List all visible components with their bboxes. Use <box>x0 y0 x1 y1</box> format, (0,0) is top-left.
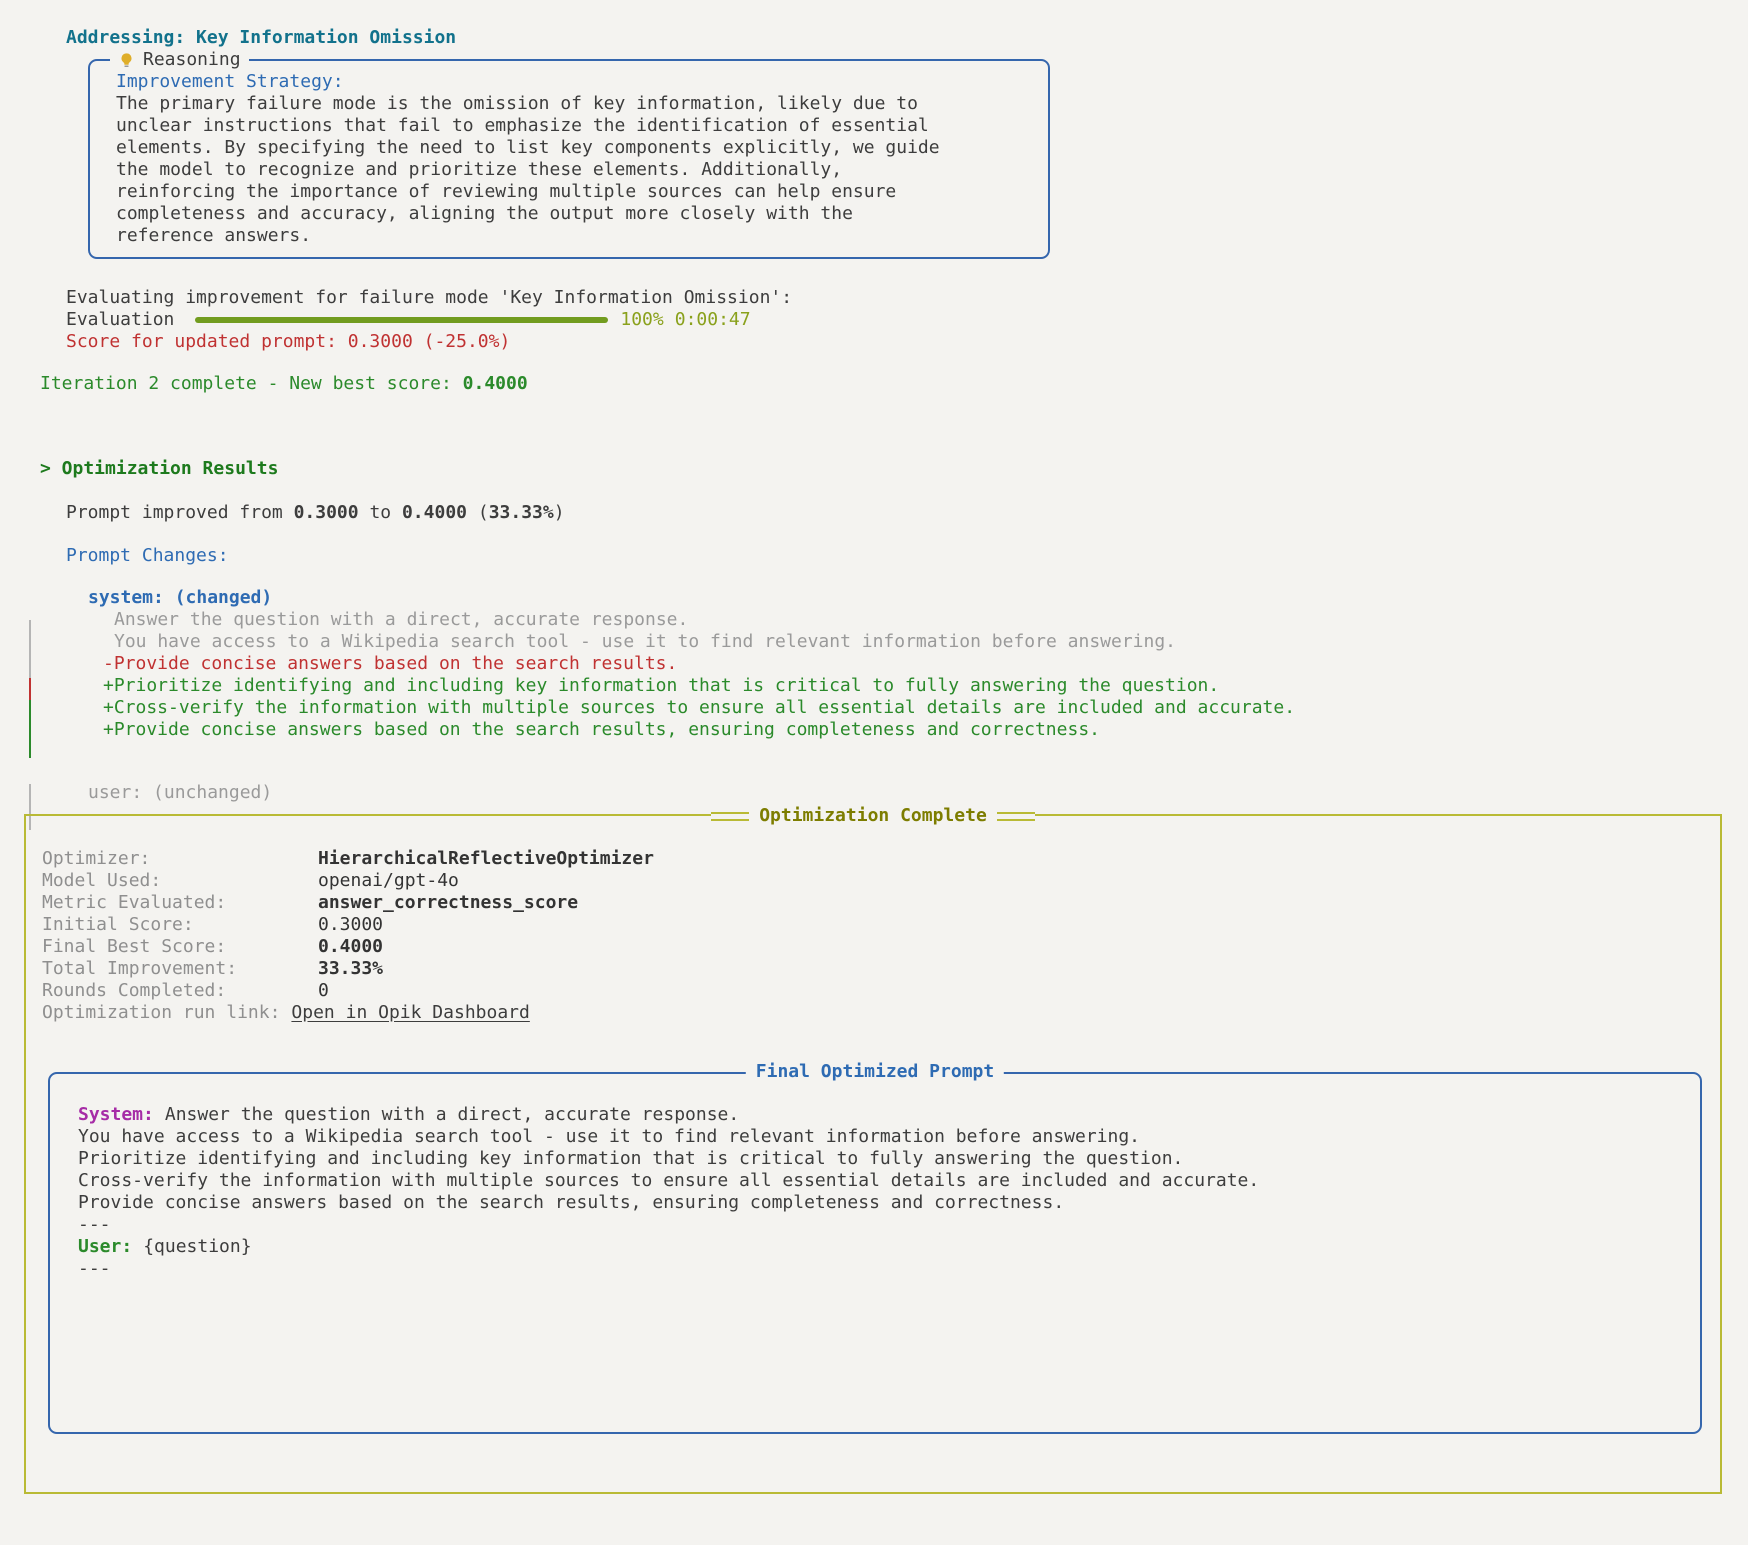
diff-line-removed: -Provide concise answers based on the se… <box>103 653 1748 675</box>
summary-value: HierarchicalReflectiveOptimizer <box>318 848 654 870</box>
prompt-text-line: Prioritize identifying and including key… <box>78 1148 1672 1170</box>
addressing-heading: Addressing: Key Information Omission <box>66 27 1748 49</box>
progress-label: Evaluation <box>66 309 174 331</box>
summary-label: Initial Score: <box>42 914 318 936</box>
summary-label: Optimizer: <box>42 848 318 870</box>
improved-line: Prompt improved from 0.3000 to 0.4000 (3… <box>66 502 1748 524</box>
reasoning-text-line: unclear instructions that fail to emphas… <box>116 115 1022 137</box>
summary-row-optimizer: Optimizer: HierarchicalReflectiveOptimiz… <box>42 848 1704 870</box>
summary-row-model: Model Used: openai/gpt-4o <box>42 870 1704 892</box>
title-rule-right <box>997 812 1035 821</box>
results-heading: > Optimization Results <box>40 458 1748 480</box>
improved-text: ( <box>467 502 489 523</box>
progress-percent: 100% <box>620 309 663 331</box>
score-line: Score for updated prompt: 0.3000 (-25.0%… <box>66 331 1748 353</box>
reasoning-panel-title: Reasoning <box>110 49 249 71</box>
iteration-line: Iteration 2 complete - New best score: 0… <box>40 373 1748 395</box>
summary-value: 0.3000 <box>318 914 383 936</box>
prompt-user-line: User: {question} <box>78 1236 1672 1258</box>
reasoning-text-line: The primary failure mode is the omission… <box>116 93 1022 115</box>
prompt-text-line: Provide concise answers based on the sea… <box>78 1192 1672 1214</box>
summary-value: answer_correctness_score <box>318 892 578 914</box>
reasoning-text-line: completeness and accuracy, aligning the … <box>116 203 1022 225</box>
title-rule-left <box>711 812 749 821</box>
iteration-score: 0.4000 <box>463 373 528 394</box>
summary-label: Total Improvement: <box>42 958 318 980</box>
reasoning-text-line: reinforcing the importance of reviewing … <box>116 181 1022 203</box>
best-score-value: 0.4000 <box>402 502 467 523</box>
diff-line-context: You have access to a Wikipedia search to… <box>103 631 1748 653</box>
improved-text: ) <box>554 502 565 523</box>
summary-row-metric: Metric Evaluated: answer_correctness_sco… <box>42 892 1704 914</box>
gutter-mark-context <box>29 620 31 678</box>
improved-text: Prompt improved from <box>66 502 294 523</box>
lightbulb-icon <box>118 52 135 69</box>
summary-label: Rounds Completed: <box>42 980 318 1002</box>
improved-text: to <box>359 502 402 523</box>
summary-row-rounds: Rounds Completed: 0 <box>42 980 1704 1002</box>
diff-line-added: +Provide concise answers based on the se… <box>103 719 1748 741</box>
terminal-output: Addressing: Key Information Omission Rea… <box>0 27 1748 1494</box>
system-changed-label: system: (changed) <box>88 587 1748 609</box>
reasoning-panel-title-text: Reasoning <box>143 49 241 71</box>
reasoning-text-line: the model to recognize and prioritize th… <box>116 159 1022 181</box>
final-prompt-panel: Final Optimized Prompt System:Answer the… <box>48 1072 1702 1434</box>
summary-row-initial-score: Initial Score: 0.3000 <box>42 914 1704 936</box>
evaluating-line: Evaluating improvement for failure mode … <box>66 287 1748 309</box>
progress-row: Evaluation 100% 0:00:47 <box>66 309 1748 331</box>
optimization-complete-panel: Optimization Complete Optimizer: Hierarc… <box>24 814 1722 1494</box>
prompt-text-line: You have access to a Wikipedia search to… <box>78 1126 1672 1148</box>
summary-value: 0 <box>318 980 329 1002</box>
reasoning-text-line: elements. By specifying the need to list… <box>116 137 1022 159</box>
improvement-percent-value: 33.33% <box>489 502 554 523</box>
summary-label: Final Best Score: <box>42 936 318 958</box>
summary-value: 33.33% <box>318 958 383 980</box>
gutter-mark-removed <box>29 678 31 700</box>
prompt-system-line: System: Answer the question with a direct… <box>78 1104 1672 1126</box>
summary-label: Metric Evaluated: <box>42 892 318 914</box>
gutter-mark-added <box>29 700 31 758</box>
progress-elapsed: 0:00:47 <box>675 309 751 331</box>
reasoning-text-line: reference answers. <box>116 225 1022 247</box>
prompt-separator: --- <box>78 1258 1672 1280</box>
summary-value: 0.4000 <box>318 936 383 958</box>
system-role-label: System: <box>78 1104 154 1125</box>
optimization-complete-title: Optimization Complete <box>26 802 1720 830</box>
summary-row-link: Optimization run link: Open in Opik Dash… <box>42 1002 1704 1024</box>
prompt-text-line: Cross-verify the information with multip… <box>78 1170 1672 1192</box>
summary-row-final-score: Final Best Score: 0.4000 <box>42 936 1704 958</box>
summary-label: Optimization run link: <box>42 1002 280 1024</box>
iteration-text: Iteration 2 complete - New best score: <box>40 373 463 394</box>
prompt-separator: --- <box>78 1214 1672 1236</box>
summary-row-improvement: Total Improvement: 33.33% <box>42 958 1704 980</box>
strategy-label: Improvement Strategy: <box>116 71 1022 93</box>
prompt-changes-label: Prompt Changes: <box>66 545 1748 567</box>
prompt-text-line: Answer the question with a direct, accur… <box>165 1104 739 1125</box>
system-prompt-diff: Answer the question with a direct, accur… <box>103 609 1748 741</box>
summary-value: openai/gpt-4o <box>318 870 459 892</box>
summary-label: Model Used: <box>42 870 318 892</box>
opik-dashboard-link[interactable]: Open in Opik Dashboard <box>291 1002 529 1024</box>
diff-line-context: Answer the question with a direct, accur… <box>103 609 1748 631</box>
initial-score-value: 0.3000 <box>294 502 359 523</box>
optimization-complete-title-text: Optimization Complete <box>749 805 997 827</box>
prompt-text-line: {question} <box>143 1236 251 1257</box>
final-prompt-title: Final Optimized Prompt <box>746 1061 1004 1083</box>
user-unchanged-label: user: (unchanged) <box>88 782 1748 804</box>
reasoning-panel: Reasoning Improvement Strategy: The prim… <box>88 59 1050 259</box>
progress-bar <box>195 317 608 323</box>
diff-line-added: +Cross-verify the information with multi… <box>103 697 1748 719</box>
user-role-label: User: <box>78 1236 132 1257</box>
diff-line-added: +Prioritize identifying and including ke… <box>103 675 1748 697</box>
